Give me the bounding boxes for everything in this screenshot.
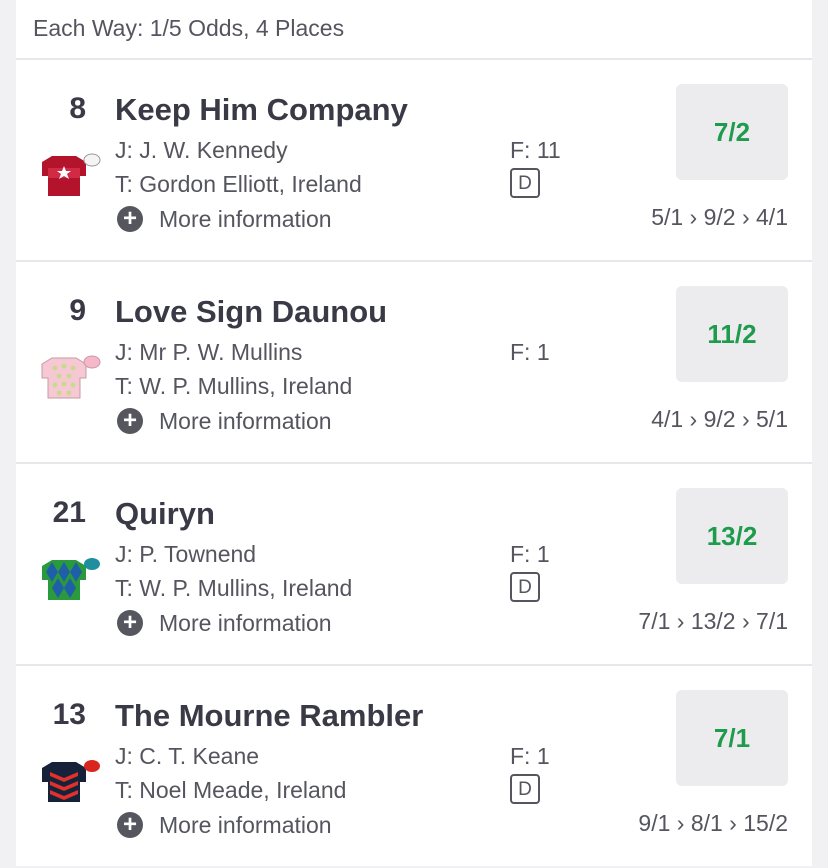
form-figure: F: 1 <box>510 743 550 769</box>
trainer-name: T: Noel Meade, Ireland <box>115 777 347 803</box>
plus-circle-icon: + <box>117 610 143 636</box>
form-figure: F: 11 <box>510 137 561 163</box>
jockey-name: J: P. Townend <box>115 541 257 567</box>
runner-number: 9 <box>69 294 86 327</box>
more-information-label: More information <box>159 205 332 232</box>
horse-name: Love Sign Daunou <box>115 294 388 329</box>
horse-name: Quiryn <box>115 496 215 531</box>
jockey-name: J: C. T. Keane <box>115 743 260 769</box>
navy-red-chevron-silks-icon <box>42 760 100 802</box>
odds-button[interactable]: 7/1 <box>676 690 788 786</box>
horse-name: The Mourne Rambler <box>115 698 424 733</box>
runner-row: 21 Quiryn J: P. Townend T: W. P. Mullins… <box>16 464 812 666</box>
distance-winner-badge: D <box>510 572 540 602</box>
horse-name: Keep Him Company <box>115 92 408 127</box>
trainer-name: T: Gordon Elliott, Ireland <box>115 171 362 197</box>
runner-number: 13 <box>52 698 86 731</box>
runner-row: 13 The Mourne Rambler J: C. T. Keane T: … <box>16 666 812 868</box>
plus-circle-icon: + <box>117 206 143 232</box>
green-blue-diamond-silks-icon <box>42 558 100 600</box>
runner-row: 9 Love Sign Daunou J: Mr P. W. Mullins T… <box>16 262 812 464</box>
trainer-name: T: W. P. Mullins, Ireland <box>115 575 353 601</box>
odds-button[interactable]: 7/2 <box>676 84 788 180</box>
race-card: Each Way: 1/5 Odds, 4 Places 8 Keep Him … <box>16 0 812 866</box>
odds-history: 9/1 › 8/1 › 15/2 <box>638 810 788 836</box>
runner-number: 21 <box>52 496 86 529</box>
more-information-button[interactable]: + More information <box>117 810 332 840</box>
each-way-terms: Each Way: 1/5 Odds, 4 Places <box>33 15 345 41</box>
plus-circle-icon: + <box>117 408 143 434</box>
more-information-label: More information <box>159 811 332 838</box>
plus-circle-icon: + <box>117 812 143 838</box>
form-figure: F: 1 <box>510 339 550 365</box>
trainer-name: T: W. P. Mullins, Ireland <box>115 373 353 399</box>
jockey-name: J: J. W. Kennedy <box>115 137 288 163</box>
more-information-label: More information <box>159 407 332 434</box>
odds-history: 4/1 › 9/2 › 5/1 <box>651 406 788 432</box>
distance-winner-badge: D <box>510 168 540 198</box>
form-figure: F: 1 <box>510 541 550 567</box>
each-way-header: Each Way: 1/5 Odds, 4 Places <box>16 0 812 60</box>
runner-number: 8 <box>69 92 86 125</box>
odds-button[interactable]: 13/2 <box>676 488 788 584</box>
odds-history: 7/1 › 13/2 › 7/1 <box>638 608 788 634</box>
more-information-button[interactable]: + More information <box>117 406 332 436</box>
red-silks-white-star-icon <box>42 153 101 196</box>
more-information-label: More information <box>159 609 332 636</box>
distance-winner-badge: D <box>510 774 540 804</box>
odds-button[interactable]: 11/2 <box>676 286 788 382</box>
more-information-button[interactable]: + More information <box>117 204 332 234</box>
runner-row: 8 Keep Him Company J: J. W. Kennedy T: G… <box>16 60 812 262</box>
odds-history: 5/1 › 9/2 › 4/1 <box>651 204 788 230</box>
jockey-name: J: Mr P. W. Mullins <box>115 339 303 365</box>
more-information-button[interactable]: + More information <box>117 608 332 638</box>
pink-silks-green-spots-icon <box>41 355 101 399</box>
